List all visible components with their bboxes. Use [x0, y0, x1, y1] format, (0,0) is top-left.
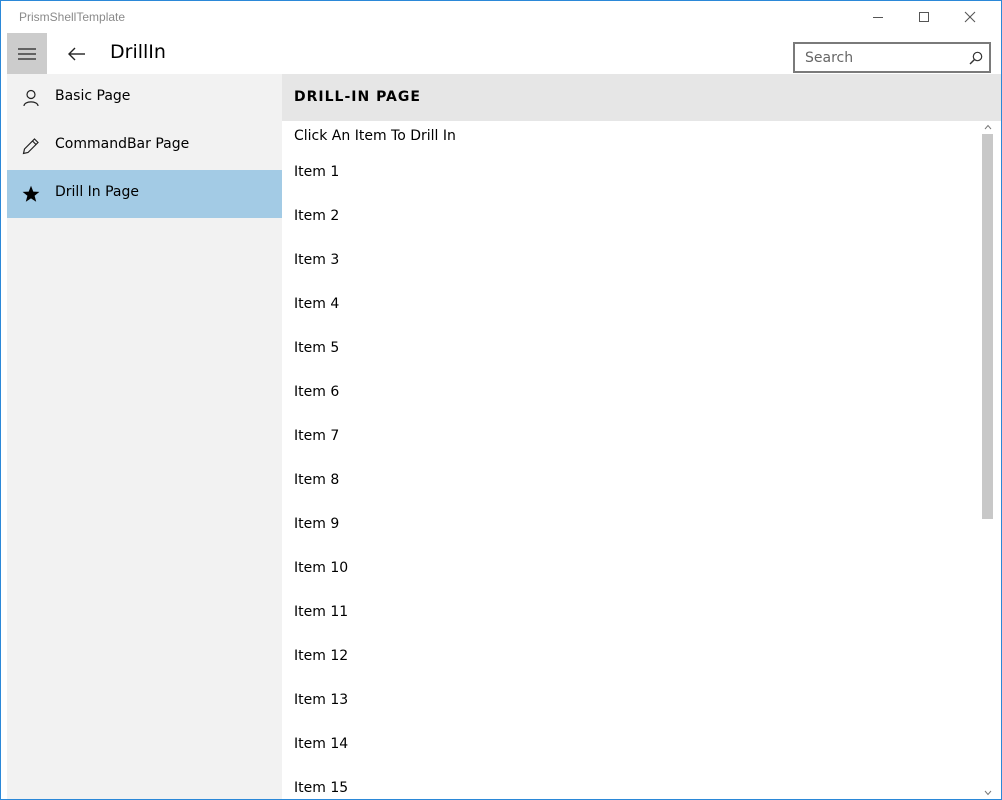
- list-item[interactable]: Item 15: [282, 765, 980, 799]
- hamburger-icon: [18, 47, 36, 60]
- search-icon: [969, 51, 983, 65]
- minimize-button[interactable]: [855, 1, 901, 33]
- items-container: Item 1 Item 2 Item 3 Item 4 Item 5 Item …: [282, 149, 980, 799]
- scroll-down-button[interactable]: [980, 787, 995, 799]
- close-button[interactable]: [947, 1, 993, 33]
- list-item-label: Item 10: [294, 560, 349, 576]
- nav-item-label: CommandBar Page: [55, 136, 190, 152]
- list-item-label: Item 6: [294, 384, 340, 400]
- list-item-label: Item 8: [294, 472, 340, 488]
- scroll-up-button[interactable]: [980, 121, 995, 133]
- content-header-title: DRILL-IN PAGE: [294, 89, 421, 105]
- list-item-label: Item 9: [294, 516, 340, 532]
- search-button[interactable]: [967, 49, 985, 67]
- list-item[interactable]: Item 14: [282, 721, 980, 765]
- list-item-label: Item 15: [294, 780, 349, 796]
- instruction-text: Click An Item To Drill In: [294, 128, 456, 144]
- list-item[interactable]: Item 13: [282, 677, 980, 721]
- list-item[interactable]: Item 1: [282, 149, 980, 193]
- list-item[interactable]: Item 10: [282, 545, 980, 589]
- star-icon: [21, 184, 41, 204]
- app-window: PrismShellTemplate DrillIn Search Basic …: [1, 1, 1001, 799]
- app-header: DrillIn: [1, 33, 1001, 74]
- content-pane: DRILL-IN PAGE Click An Item To Drill In …: [282, 74, 1001, 799]
- list-item-label: Item 1: [294, 164, 340, 180]
- list-item[interactable]: Item 4: [282, 281, 980, 325]
- search-input[interactable]: [795, 44, 971, 71]
- list-item[interactable]: Item 6: [282, 369, 980, 413]
- list-item[interactable]: Item 12: [282, 633, 980, 677]
- back-button[interactable]: [57, 33, 97, 74]
- list-item[interactable]: Item 7: [282, 413, 980, 457]
- list-item[interactable]: Item 11: [282, 589, 980, 633]
- content-header: DRILL-IN PAGE: [282, 74, 1001, 121]
- title-bar[interactable]: PrismShellTemplate: [1, 1, 1001, 33]
- search-box[interactable]: [793, 42, 991, 73]
- list-item-label: Item 13: [294, 692, 349, 708]
- app-title: PrismShellTemplate: [19, 10, 126, 24]
- navigation-pane: Basic Page CommandBar Page Drill In Page: [7, 74, 282, 799]
- page-title: DrillIn: [110, 41, 166, 63]
- chevron-down-icon: [984, 790, 991, 796]
- list-item[interactable]: Item 2: [282, 193, 980, 237]
- pencil-icon: [21, 136, 41, 156]
- list-item-label: Item 3: [294, 252, 340, 268]
- list-item[interactable]: Item 9: [282, 501, 980, 545]
- maximize-icon: [919, 12, 929, 22]
- list-item[interactable]: Item 3: [282, 237, 980, 281]
- vertical-scrollbar[interactable]: [980, 121, 995, 799]
- nav-item-drill-in-page[interactable]: Drill In Page: [7, 170, 282, 218]
- nav-item-label: Basic Page: [55, 88, 131, 104]
- list-item-label: Item 12: [294, 648, 349, 664]
- chevron-up-icon: [984, 124, 991, 130]
- scroll-thumb[interactable]: [982, 134, 993, 519]
- minimize-icon: [873, 17, 883, 18]
- hamburger-button[interactable]: [7, 33, 47, 74]
- person-icon: [21, 88, 41, 108]
- nav-item-basic-page[interactable]: Basic Page: [7, 74, 282, 122]
- list-item-label: Item 7: [294, 428, 340, 444]
- list-item-label: Item 5: [294, 340, 340, 356]
- maximize-button[interactable]: [901, 1, 947, 33]
- list-item-label: Item 11: [294, 604, 349, 620]
- back-arrow-icon: [68, 47, 85, 60]
- close-icon: [964, 11, 976, 23]
- list-item-label: Item 2: [294, 208, 340, 224]
- nav-item-commandbar-page[interactable]: CommandBar Page: [7, 122, 282, 170]
- nav-item-label: Drill In Page: [55, 184, 139, 200]
- list-item[interactable]: Item 8: [282, 457, 980, 501]
- list-item-label: Item 14: [294, 736, 349, 752]
- items-list: Click An Item To Drill In Item 1 Item 2 …: [282, 121, 980, 799]
- list-item-label: Item 4: [294, 296, 340, 312]
- list-item[interactable]: Item 5: [282, 325, 980, 369]
